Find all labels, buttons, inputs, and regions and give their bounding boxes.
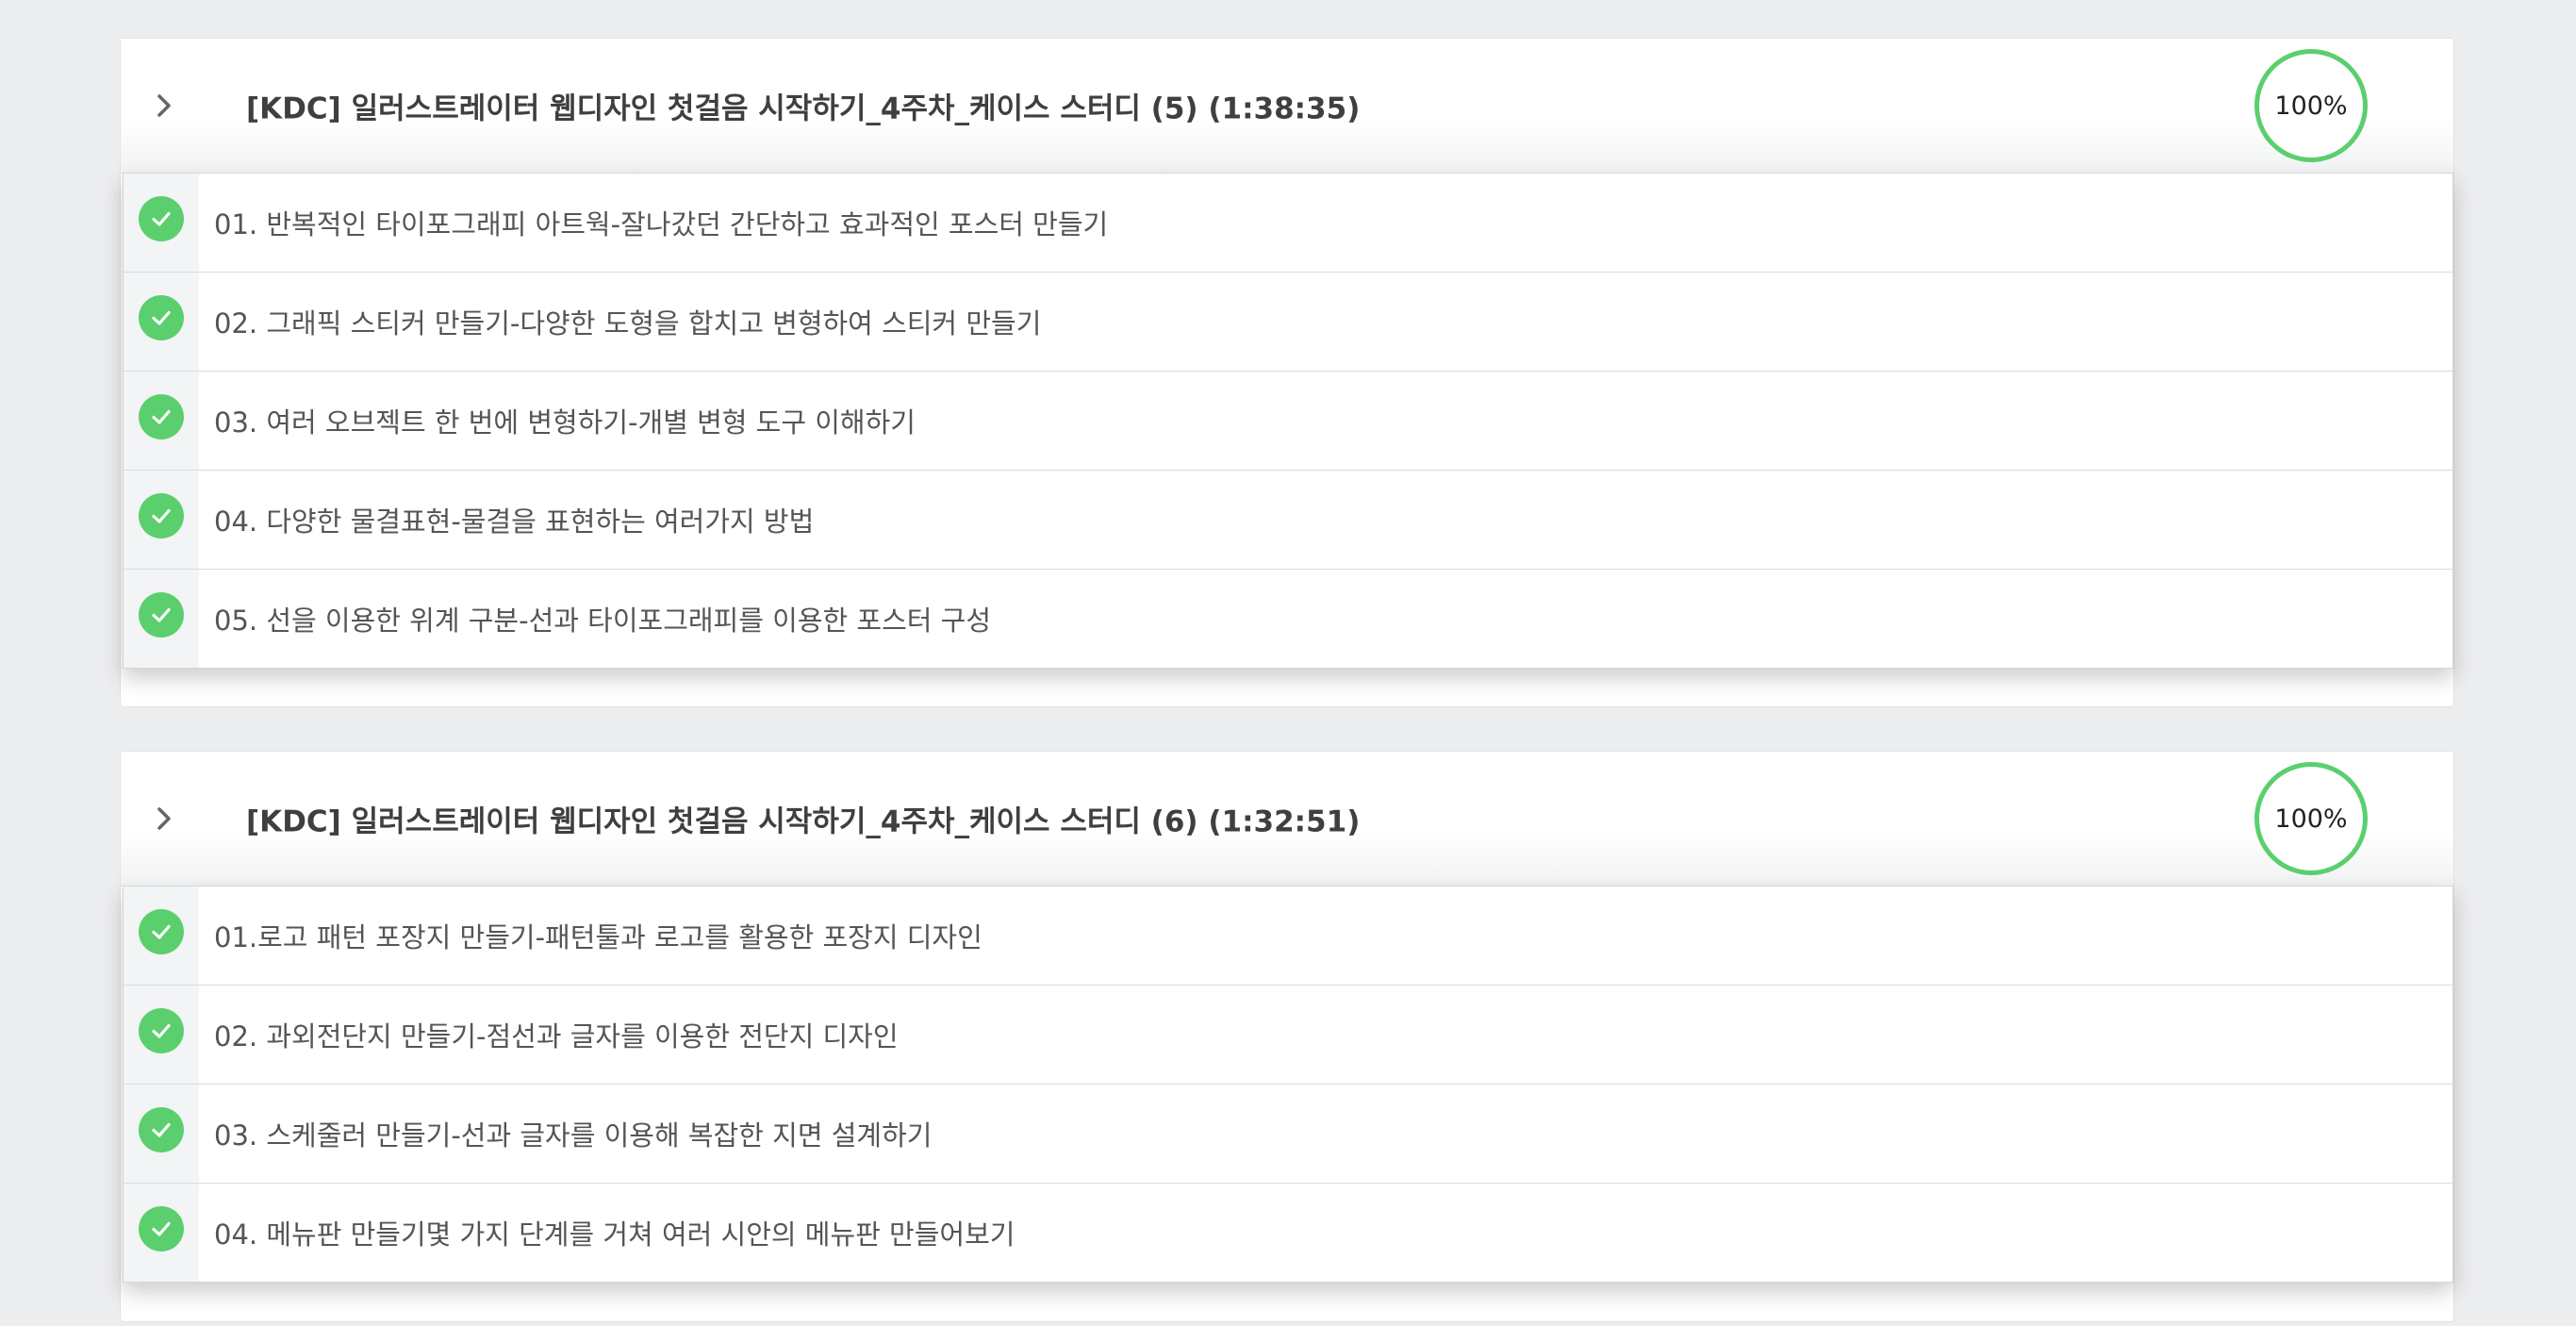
section-header[interactable]: [KDC] 일러스트레이터 웹디자인 첫걸음 시작하기_4주차_케이스 스터디 …	[121, 39, 2453, 174]
lesson-status	[124, 887, 199, 985]
lesson-row[interactable]: 01. 반복적인 타이포그래피 아트웍-잘나갔던 간단하고 효과적인 포스터 만…	[124, 174, 2452, 272]
lesson-status	[124, 471, 199, 569]
lesson-status	[124, 986, 199, 1084]
lesson-label[interactable]: 03. 여러 오브젝트 한 번에 변형하기-개별 변형 도구 이해하기	[214, 401, 916, 440]
progress-indicator: 100%	[2254, 49, 2368, 162]
lesson-row[interactable]: 04. 메뉴판 만들기몇 가지 단계를 거쳐 여러 시안의 메뉴판 만들어보기	[124, 1183, 2452, 1282]
lesson-row[interactable]: 04. 다양한 물결표현-물결을 표현하는 여러가지 방법	[124, 470, 2452, 569]
section-title[interactable]: [KDC] 일러스트레이터 웹디자인 첫걸음 시작하기_4주차_케이스 스터디 …	[246, 85, 1360, 127]
lesson-status	[124, 174, 199, 272]
chevron-right-icon[interactable]	[145, 87, 183, 124]
lesson-row[interactable]: 05. 선을 이용한 위계 구분-선과 타이포그래피를 이용한 포스터 구성	[124, 569, 2452, 668]
checkmark-icon	[139, 493, 184, 539]
lesson-label[interactable]: 02. 과외전단지 만들기-점선과 글자를 이용한 전단지 디자인	[214, 1015, 899, 1054]
section-header[interactable]: [KDC] 일러스트레이터 웹디자인 첫걸음 시작하기_4주차_케이스 스터디 …	[121, 752, 2453, 887]
lesson-row[interactable]: 02. 그래픽 스티커 만들기-다양한 도형을 합치고 변형하여 스티커 만들기	[124, 272, 2452, 371]
lesson-label[interactable]: 01.로고 패턴 포장지 만들기-패턴툴과 로고를 활용한 포장지 디자인	[214, 916, 983, 955]
chevron-right-icon[interactable]	[145, 800, 183, 837]
section-title[interactable]: [KDC] 일러스트레이터 웹디자인 첫걸음 시작하기_4주차_케이스 스터디 …	[246, 798, 1360, 840]
lesson-label[interactable]: 02. 그래픽 스티커 만들기-다양한 도형을 합치고 변형하여 스티커 만들기	[214, 302, 1041, 341]
lesson-list: 01. 반복적인 타이포그래피 아트웍-잘나갔던 간단하고 효과적인 포스터 만…	[123, 173, 2453, 669]
lesson-status	[124, 1085, 199, 1183]
progress-percent: 100%	[2274, 804, 2348, 834]
lesson-row[interactable]: 01.로고 패턴 포장지 만들기-패턴툴과 로고를 활용한 포장지 디자인	[124, 887, 2452, 985]
checkmark-icon	[139, 1107, 184, 1152]
course-section-6: [KDC] 일러스트레이터 웹디자인 첫걸음 시작하기_4주차_케이스 스터디 …	[120, 751, 2454, 1322]
lesson-status	[124, 1184, 199, 1282]
lesson-label[interactable]: 04. 다양한 물결표현-물결을 표현하는 여러가지 방법	[214, 500, 814, 539]
checkmark-icon	[139, 592, 184, 638]
lesson-status	[124, 570, 199, 668]
checkmark-icon	[139, 394, 184, 439]
checkmark-icon	[139, 196, 184, 241]
lesson-row[interactable]: 03. 여러 오브젝트 한 번에 변형하기-개별 변형 도구 이해하기	[124, 371, 2452, 470]
lesson-row[interactable]: 03. 스케줄러 만들기-선과 글자를 이용해 복잡한 지면 설계하기	[124, 1084, 2452, 1183]
lesson-row[interactable]: 02. 과외전단지 만들기-점선과 글자를 이용한 전단지 디자인	[124, 985, 2452, 1084]
checkmark-icon	[139, 1206, 184, 1251]
checkmark-icon	[139, 295, 184, 340]
checkmark-icon	[139, 1008, 184, 1053]
lesson-status	[124, 372, 199, 470]
lesson-status	[124, 273, 199, 371]
lesson-label[interactable]: 04. 메뉴판 만들기몇 가지 단계를 거쳐 여러 시안의 메뉴판 만들어보기	[214, 1213, 1015, 1252]
course-section-5: [KDC] 일러스트레이터 웹디자인 첫걸음 시작하기_4주차_케이스 스터디 …	[120, 38, 2454, 707]
lesson-list: 01.로고 패턴 포장지 만들기-패턴툴과 로고를 활용한 포장지 디자인 02…	[123, 886, 2453, 1283]
lesson-label[interactable]: 05. 선을 이용한 위계 구분-선과 타이포그래피를 이용한 포스터 구성	[214, 599, 991, 638]
checkmark-icon	[139, 909, 184, 954]
lesson-label[interactable]: 01. 반복적인 타이포그래피 아트웍-잘나갔던 간단하고 효과적인 포스터 만…	[214, 203, 1108, 242]
progress-percent: 100%	[2274, 91, 2348, 121]
progress-indicator: 100%	[2254, 762, 2368, 875]
lesson-label[interactable]: 03. 스케줄러 만들기-선과 글자를 이용해 복잡한 지면 설계하기	[214, 1114, 932, 1153]
